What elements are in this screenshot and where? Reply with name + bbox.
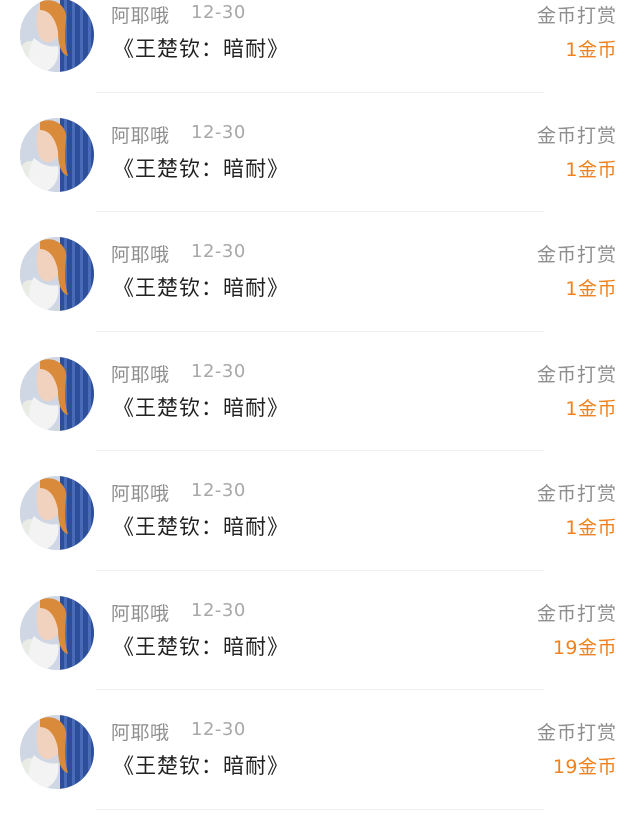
reward-type: 金币打赏 bbox=[536, 483, 617, 505]
reward-type: 金币打赏 bbox=[536, 722, 617, 744]
reward-amount: 1金币 bbox=[565, 517, 617, 539]
avatar[interactable] bbox=[20, 0, 94, 72]
avatar[interactable] bbox=[20, 595, 94, 670]
avatar-image bbox=[20, 356, 94, 431]
list-item[interactable]: 阿耶哦 12-30 《王楚钦：暗耐》 金币打赏 1金币 bbox=[0, 461, 640, 581]
avatar-image bbox=[20, 715, 94, 789]
article-title[interactable]: 《王楚钦：暗耐》 bbox=[113, 272, 289, 302]
avatar[interactable] bbox=[20, 476, 94, 550]
list-item[interactable]: 阿耶哦 12-30 《王楚钦：暗耐》 金币打赏 1金币 bbox=[0, 222, 640, 342]
reward-amount: 1金币 bbox=[565, 278, 617, 300]
reward-amount: 1金币 bbox=[565, 39, 617, 61]
list-item[interactable]: 阿耶哦 12-30 《王楚钦：暗耐》 金币打赏 1金币 bbox=[0, 103, 640, 223]
avatar-image bbox=[20, 0, 94, 72]
article-title[interactable]: 《王楚钦：暗耐》 bbox=[113, 153, 289, 183]
divider bbox=[96, 91, 544, 93]
divider bbox=[96, 569, 544, 571]
divider bbox=[96, 689, 544, 690]
divider bbox=[96, 211, 544, 212]
timestamp: 12-30 bbox=[191, 360, 246, 382]
reward-type: 金币打赏 bbox=[536, 602, 617, 625]
timestamp: 12-30 bbox=[191, 719, 246, 740]
avatar[interactable] bbox=[20, 356, 94, 431]
timestamp: 12-30 bbox=[191, 241, 246, 262]
list-item[interactable]: 阿耶哦 12-30 《王楚钦：暗耐》 金币打赏 19金币 bbox=[0, 700, 640, 820]
article-title[interactable]: 《王楚钦：暗耐》 bbox=[113, 750, 289, 780]
timestamp: 12-30 bbox=[191, 480, 246, 501]
avatar[interactable] bbox=[20, 237, 94, 311]
reward-amount: 19金币 bbox=[552, 636, 617, 659]
user-name[interactable]: 阿耶哦 bbox=[111, 599, 170, 626]
avatar[interactable] bbox=[20, 715, 94, 789]
article-title[interactable]: 《王楚钦：暗耐》 bbox=[113, 511, 289, 541]
article-title[interactable]: 《王楚钦：暗耐》 bbox=[113, 33, 289, 63]
avatar-image bbox=[20, 476, 94, 550]
article-title[interactable]: 《王楚钦：暗耐》 bbox=[113, 392, 289, 422]
reward-amount: 19金币 bbox=[552, 756, 617, 778]
reward-type: 金币打赏 bbox=[536, 244, 617, 266]
list-item[interactable]: 阿耶哦 12-30 《王楚钦：暗耐》 金币打赏 1金币 bbox=[0, 342, 640, 462]
avatar-image bbox=[20, 595, 94, 670]
timestamp: 12-30 bbox=[191, 121, 246, 143]
timestamp: 12-30 bbox=[191, 599, 246, 621]
user-name[interactable]: 阿耶哦 bbox=[111, 718, 170, 745]
divider bbox=[96, 808, 544, 810]
reward-amount: 1金币 bbox=[565, 158, 617, 181]
avatar-image bbox=[20, 117, 94, 192]
divider bbox=[96, 330, 544, 332]
list-item[interactable]: 阿耶哦 12-30 《王楚钦：暗耐》 金币打赏 19金币 bbox=[0, 581, 640, 701]
timestamp: 12-30 bbox=[191, 2, 246, 23]
avatar[interactable] bbox=[20, 117, 94, 192]
user-name[interactable]: 阿耶哦 bbox=[111, 360, 170, 387]
reward-list: 阿耶哦 12-30 《王楚钦：暗耐》 金币打赏 1金币 阿耶哦 12-30 《王… bbox=[0, 0, 640, 820]
article-title[interactable]: 《王楚钦：暗耐》 bbox=[113, 631, 289, 661]
user-name[interactable]: 阿耶哦 bbox=[111, 121, 170, 148]
user-name[interactable]: 阿耶哦 bbox=[111, 479, 170, 506]
reward-type: 金币打赏 bbox=[536, 5, 617, 27]
list-item[interactable]: 阿耶哦 12-30 《王楚钦：暗耐》 金币打赏 1金币 bbox=[0, 0, 640, 103]
user-name[interactable]: 阿耶哦 bbox=[111, 240, 170, 267]
avatar-image bbox=[20, 237, 94, 311]
reward-amount: 1金币 bbox=[565, 397, 617, 420]
reward-type: 金币打赏 bbox=[536, 124, 617, 147]
divider bbox=[96, 450, 544, 451]
reward-type: 金币打赏 bbox=[536, 363, 617, 386]
user-name[interactable]: 阿耶哦 bbox=[111, 1, 170, 28]
